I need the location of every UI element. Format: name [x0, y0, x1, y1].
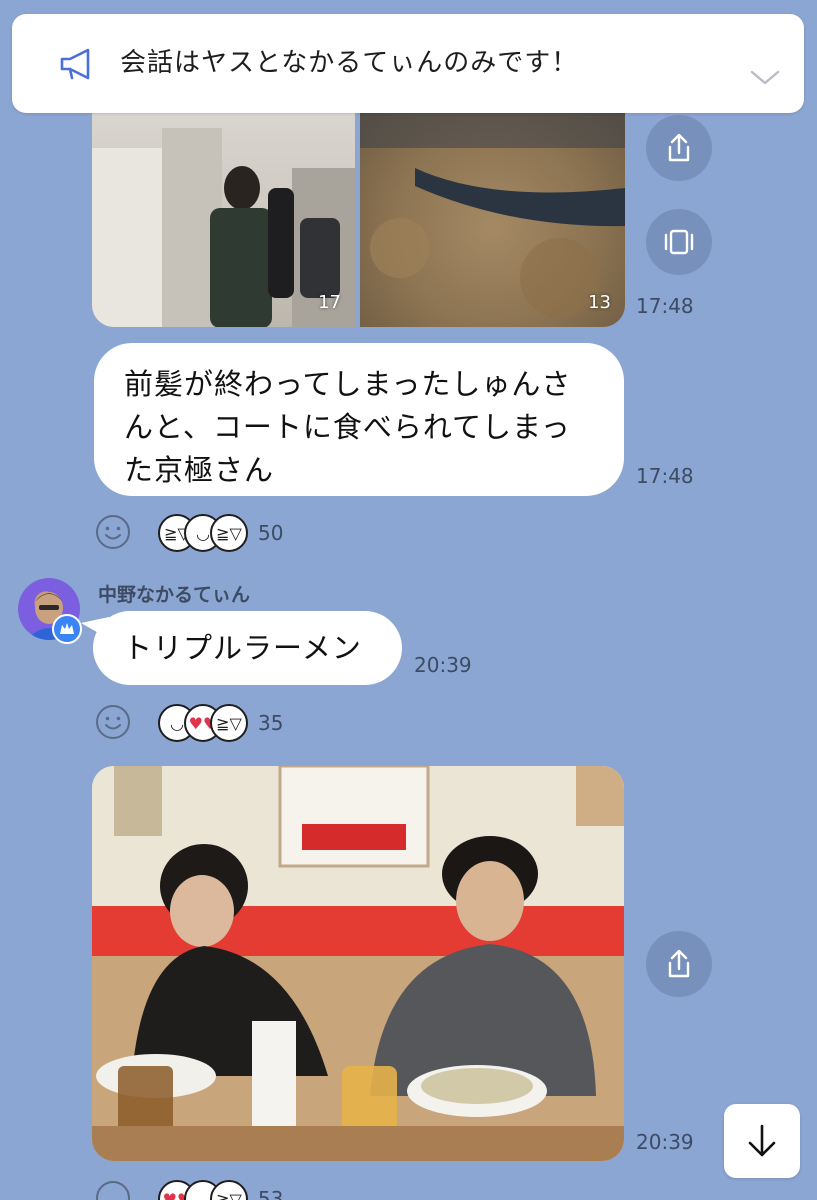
message-line: 前髪が終わってしまったしゅんさ	[124, 367, 572, 401]
photo-content-ramen-shop	[92, 766, 624, 1161]
smiley-icon[interactable]	[95, 1180, 131, 1200]
laughing-face-icon: ≧▽	[210, 514, 248, 552]
message-line: た京極さん	[124, 453, 275, 487]
photo-count: 17	[318, 292, 341, 313]
share-button[interactable]	[646, 931, 712, 997]
bubble-tail	[81, 617, 109, 639]
smiley-icon[interactable]	[95, 704, 131, 740]
photo-content-backstage	[92, 128, 355, 327]
message-bubble[interactable]: トリプルラーメン	[81, 611, 402, 685]
crown-badge-icon	[52, 614, 82, 644]
reaction-summary[interactable]: ♥♥ ◡ ≧▽ 53	[158, 1180, 283, 1200]
scroll-to-bottom-button[interactable]	[724, 1104, 800, 1178]
share-icon	[668, 949, 690, 978]
message-line: んと、コートに食べられてしまっ	[124, 410, 571, 444]
arrow-down-icon	[748, 1124, 776, 1157]
chevron-down-icon[interactable]	[748, 66, 782, 88]
gallery-icon	[664, 229, 694, 255]
share-button[interactable]	[646, 115, 712, 181]
message-bubble[interactable]: 前髪が終わってしまったしゅんさ んと、コートに食べられてしまっ た京極さん	[94, 343, 624, 496]
sender-name: 中野なかるてぃん	[98, 584, 251, 606]
photo-count: 13	[588, 292, 611, 313]
photo-thumbnail-right[interactable]: 13	[360, 108, 625, 327]
laughing-face-icon: ≧▽	[210, 704, 248, 742]
smiley-icon[interactable]	[95, 514, 131, 550]
message-time: 17:48	[636, 294, 694, 318]
megaphone-icon	[60, 48, 90, 80]
photo-message[interactable]	[92, 766, 624, 1161]
photo-thumbnail-left[interactable]: 17	[92, 108, 355, 327]
message-time: 20:39	[414, 653, 472, 677]
message-time: 20:39	[636, 1130, 694, 1154]
reaction-summary[interactable]: ◡ ♥♥ ≧▽ 35	[158, 704, 283, 742]
reaction-count: 35	[258, 711, 284, 735]
chat-view: 17 13 17:48 前髪が終わってしまったしゅんさ んと、コートに食べられて…	[0, 0, 817, 1200]
reaction-count: 53	[258, 1187, 284, 1200]
share-icon	[668, 133, 690, 162]
photo-content-coat	[360, 108, 625, 318]
message-time: 17:48	[636, 464, 694, 488]
gallery-button[interactable]	[646, 209, 712, 275]
message-text: トリプルラーメン	[123, 631, 362, 665]
reaction-count: 50	[258, 521, 284, 545]
reaction-summary[interactable]: ≧▽ ◡ ≧▽ 50	[158, 514, 283, 552]
announcement-text: 会話はヤスとなかるてぃんのみです！	[120, 48, 579, 78]
laughing-face-icon: ≧▽	[210, 1180, 248, 1200]
announcement-banner[interactable]: 会話はヤスとなかるてぃんのみです！	[12, 14, 804, 113]
